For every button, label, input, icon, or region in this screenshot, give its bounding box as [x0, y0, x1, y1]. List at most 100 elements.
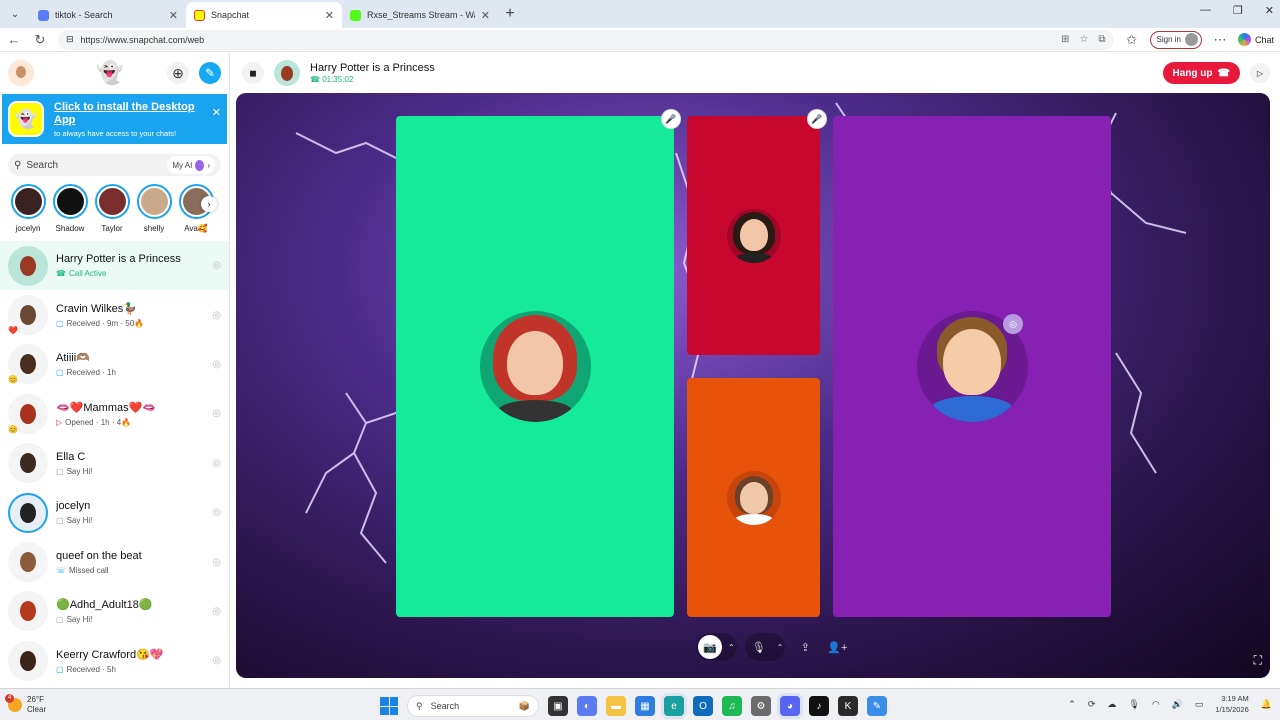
new-tab-button[interactable]: +	[498, 2, 522, 26]
hang-up-button[interactable]: Hang up ☎	[1162, 62, 1240, 84]
camera-off-icon[interactable]: 📷	[698, 635, 722, 659]
chat-status: Opened · 1h · 4🔥	[65, 417, 132, 427]
tray-app-icon[interactable]: ⟳	[1088, 699, 1096, 710]
camera-icon[interactable]: ◎	[212, 606, 221, 617]
sign-in-button[interactable]: Sign in	[1149, 30, 1202, 49]
story-item[interactable]: Shadow	[52, 184, 88, 238]
search-input[interactable]: ⚲ Search My AI ›	[8, 154, 221, 176]
microphone-icon[interactable]: 🎙	[747, 635, 771, 659]
outlook-icon[interactable]: O	[693, 696, 713, 716]
more-options-icon[interactable]: ⋯	[1212, 32, 1228, 48]
tab-close-icon[interactable]: ✕	[169, 9, 178, 22]
paint-app-icon[interactable]: ✎	[867, 696, 887, 716]
microsoft-store-icon[interactable]: ▦	[635, 696, 655, 716]
tab-close-icon[interactable]: ✕	[481, 9, 490, 22]
search-icon: ⚲	[416, 700, 423, 711]
refresh-icon[interactable]: ↻	[32, 32, 48, 48]
chat-status: Say Hi!	[66, 466, 93, 476]
chat-list-item[interactable]: 🟢Adhd_Adult18🟢 ▢ Say Hi! ◎	[0, 587, 229, 636]
chat-list-item[interactable]: ❤️ Cravin Wilkes🦆 ▢ Received · 9m · 50🔥 ◎	[0, 290, 229, 339]
tab-snapchat[interactable]: Snapchat ✕	[186, 2, 342, 28]
battery-icon[interactable]: ▭	[1195, 699, 1204, 710]
chat-list-item[interactable]: 😊 Atiiii🫶🏽 ▢ Received · 1h ◎	[0, 340, 229, 389]
spotify-icon[interactable]: ♫	[722, 696, 742, 716]
camera-icon[interactable]: ◎	[212, 557, 221, 568]
tiktok-icon[interactable]: ♪	[809, 696, 829, 716]
camera-icon[interactable]: ◎	[212, 458, 221, 469]
camera-icon[interactable]: ◎	[212, 408, 221, 419]
chat-status: Say Hi!	[66, 516, 93, 526]
copilot-app-icon[interactable]: ◐	[577, 696, 597, 716]
maximize-icon[interactable]: ❐	[1233, 4, 1243, 17]
story-item[interactable]: jocelyn	[10, 184, 46, 238]
camera-icon[interactable]: ◎	[212, 260, 221, 271]
reader-icon[interactable]: ⊞	[1061, 34, 1069, 45]
edge-browser-icon[interactable]: e	[664, 696, 684, 716]
chat-list-item[interactable]: jocelyn ▢ Say Hi! ◎	[0, 488, 229, 537]
microphone-tray-icon[interactable]: 🎙	[1128, 699, 1139, 710]
install-banner-title[interactable]: Click to install the Desktop App	[54, 101, 202, 127]
windows-start-icon[interactable]	[380, 697, 398, 715]
my-profile-avatar[interactable]	[8, 60, 34, 86]
chevron-right-icon: ›	[207, 160, 210, 170]
wifi-icon[interactable]: ◠	[1152, 699, 1160, 710]
camera-icon[interactable]: ◎	[212, 310, 221, 321]
back-icon[interactable]: ←	[6, 32, 22, 47]
tab-tiktok[interactable]: tiktok - Search ✕	[30, 2, 186, 28]
tab-kick-stream[interactable]: Rxse_Streams Stream - Watch Live ✕	[342, 2, 498, 28]
tab-list-menu-button[interactable]: ⌄	[4, 3, 26, 25]
chat-list-item[interactable]: Harry Potter is a Princess ☎ Call Active …	[0, 241, 229, 291]
close-banner-icon[interactable]: ✕	[212, 106, 221, 119]
chat-list-item[interactable]: queef on the beat ☏ Missed call ◎	[0, 537, 229, 586]
participant-tile-2[interactable]	[687, 116, 820, 355]
new-chat-icon[interactable]: ✎	[199, 62, 221, 84]
taskbar-search-box[interactable]: ⚲ Search 📦	[407, 695, 539, 717]
participant-tile-1[interactable]	[396, 116, 674, 617]
kick-app-icon[interactable]: K	[838, 696, 858, 716]
address-bar[interactable]: ⊟ https://www.snapchat.com/web ⊞ ☆ ⧉	[58, 29, 1114, 50]
participant-tile-4[interactable]: ◎	[833, 116, 1111, 617]
install-desktop-banner[interactable]: 👻 Click to install the Desktop App to al…	[2, 94, 227, 144]
received-chat-icon: ▢	[56, 664, 64, 674]
expand-panel-icon[interactable]: ▷	[1250, 63, 1270, 83]
minimize-icon[interactable]: —	[1200, 4, 1211, 17]
copilot-chat-button[interactable]: Chat	[1237, 33, 1274, 46]
add-friend-icon[interactable]: ⊕	[167, 62, 189, 84]
tab-close-icon[interactable]: ✕	[325, 9, 334, 22]
site-info-icon[interactable]: ⊟	[66, 34, 74, 45]
chat-toggle-icon[interactable]: ◼	[242, 62, 264, 84]
settings-gear-icon[interactable]: ⚙	[751, 696, 771, 716]
chat-list-item[interactable]: Ella C ▢ Say Hi! ◎	[0, 439, 229, 488]
opened-snap-icon: ▷	[56, 417, 63, 427]
weather-widget[interactable]: 26°FClear	[5, 693, 46, 715]
story-item[interactable]: shelly	[136, 184, 172, 238]
file-explorer-icon[interactable]: ▬	[606, 696, 626, 716]
stories-next-icon[interactable]: ›	[201, 196, 217, 212]
fullscreen-icon[interactable]: ⛶	[1254, 653, 1262, 668]
camera-options-chevron-icon[interactable]: ⌃	[728, 643, 735, 652]
cloud-icon[interactable]: ☁	[1107, 699, 1116, 710]
favorites-icon[interactable]: ✩	[1124, 32, 1140, 48]
group-avatar[interactable]	[274, 60, 300, 86]
camera-icon[interactable]: ◎	[212, 655, 221, 666]
add-participant-icon[interactable]: 👤+	[825, 635, 849, 659]
chat-list-item[interactable]: 😊 🫦❤️Mammas❤️🫦 ▷ Opened · 1h · 4🔥 ◎	[0, 389, 229, 438]
extensions-icon[interactable]: ⧉	[1098, 34, 1105, 45]
taskbar-clock[interactable]: 3:19 AM 1/15/2026	[1215, 693, 1248, 715]
chat-list-item[interactable]: Keerry Crawford😘💖 ▢ Received · 5h ◎	[0, 636, 229, 685]
show-hidden-icons-chevron[interactable]: ⌃	[1068, 699, 1076, 710]
chat-name: Harry Potter is a Princess	[56, 253, 181, 266]
discord-icon[interactable]: ◕	[780, 696, 800, 716]
participant-tile-3[interactable]	[687, 378, 820, 617]
favorite-star-icon[interactable]: ☆	[1079, 34, 1088, 45]
close-window-icon[interactable]: ✕	[1265, 4, 1274, 17]
my-ai-button[interactable]: My AI ›	[167, 156, 215, 174]
story-item[interactable]: Taylor	[94, 184, 130, 238]
mic-options-chevron-icon[interactable]: ⌃	[777, 643, 784, 652]
share-screen-icon[interactable]: ⇪	[793, 635, 817, 659]
volume-icon[interactable]: 🔊	[1172, 699, 1183, 710]
camera-icon[interactable]: ◎	[212, 359, 221, 370]
task-view-icon[interactable]: ▣	[548, 696, 568, 716]
camera-icon[interactable]: ◎	[212, 507, 221, 518]
notification-bell-icon[interactable]: 🔔	[1261, 699, 1272, 710]
